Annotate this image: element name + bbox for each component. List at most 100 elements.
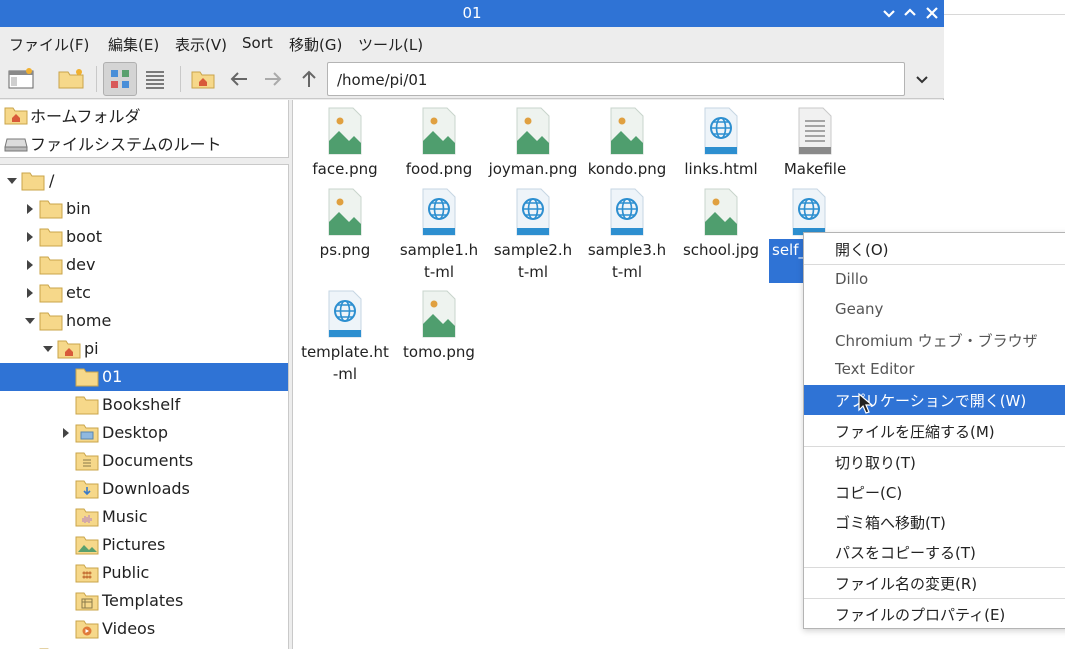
menu-edit[interactable]: 編集(E) xyxy=(108,34,159,55)
expander-closed-icon[interactable] xyxy=(24,231,36,243)
tree-item-boot[interactable]: boot xyxy=(0,223,288,251)
tree-item-pictures[interactable]: Pictures xyxy=(0,531,288,559)
file-name: school.jpg xyxy=(682,241,760,259)
menu-item-rename[interactable]: ファイル名の変更(R) xyxy=(804,568,1065,598)
tree-label: boot xyxy=(66,227,103,246)
up-arrow-icon[interactable] xyxy=(292,62,326,96)
expander-closed-icon[interactable] xyxy=(24,287,36,299)
menu-item-copy[interactable]: コピー(C) xyxy=(804,477,1065,507)
file-item[interactable]: sample1.ht-ml xyxy=(393,181,485,285)
tree-item-dev[interactable]: dev xyxy=(0,251,288,279)
menu-item-open-with-geany[interactable]: Geany xyxy=(804,295,1065,325)
chevron-down-icon[interactable] xyxy=(909,67,935,93)
menu-tools[interactable]: ツール(L) xyxy=(358,34,423,55)
documents-folder-icon xyxy=(75,452,99,471)
tree-item-01[interactable]: 01 xyxy=(0,363,288,391)
menu-item-open[interactable]: 開く(O) xyxy=(804,234,1065,264)
tree-label: Downloads xyxy=(102,479,190,498)
file-item[interactable]: joyman.png xyxy=(487,100,579,182)
tree-label: Templates xyxy=(102,591,184,610)
place-filesystem-root[interactable]: ファイルシステムのルート xyxy=(4,130,222,156)
home-icon[interactable] xyxy=(186,62,220,96)
file-item[interactable]: food.png xyxy=(393,100,485,182)
image-file-icon xyxy=(422,290,456,338)
tree-label: Documents xyxy=(102,451,194,470)
menu-item-open-with-chromium[interactable]: Chromium ウェブ・ブラウザ xyxy=(804,325,1065,355)
tree-item-bin[interactable]: bin xyxy=(0,195,288,223)
drive-icon xyxy=(4,133,28,153)
file-item[interactable]: tomo.png xyxy=(393,283,485,365)
expander-closed-icon[interactable] xyxy=(24,203,36,215)
tree-item-desktop[interactable]: Desktop xyxy=(0,419,288,447)
folder-icon xyxy=(39,256,63,275)
menu-item-compress[interactable]: ファイルを圧縮する(M) xyxy=(804,416,1065,446)
mouse-cursor-icon xyxy=(858,393,874,414)
path-input[interactable]: /home/pi/01 xyxy=(327,62,905,96)
tree-item-home[interactable]: home xyxy=(0,307,288,335)
menu-item-cut[interactable]: 切り取り(T) xyxy=(804,447,1065,477)
html-file-icon xyxy=(704,107,738,155)
image-file-icon xyxy=(516,107,550,155)
tree-item-public[interactable]: Public xyxy=(0,559,288,587)
tree-label: home xyxy=(66,311,112,330)
file-item[interactable]: school.jpg xyxy=(675,181,767,285)
tree-item-downloads[interactable]: Downloads xyxy=(0,475,288,503)
expander-open-icon[interactable] xyxy=(6,175,18,187)
menu-view[interactable]: 表示(V) xyxy=(175,34,227,55)
tree-item-bookshelf[interactable]: Bookshelf xyxy=(0,391,288,419)
expander-closed-icon[interactable] xyxy=(60,427,72,439)
menu-sort[interactable]: Sort xyxy=(242,34,273,52)
file-item[interactable]: Makefile xyxy=(769,100,861,182)
file-name: sample1.ht-ml xyxy=(399,241,479,281)
list-view-icon[interactable] xyxy=(138,62,172,96)
menu-item-move-to-trash[interactable]: ゴミ箱へ移動(T) xyxy=(804,507,1065,537)
tree-item-etc[interactable]: etc xyxy=(0,279,288,307)
file-name: links.html xyxy=(684,160,758,178)
expander-closed-icon[interactable] xyxy=(24,259,36,271)
forward-arrow-icon[interactable] xyxy=(256,62,290,96)
maximize-icon[interactable] xyxy=(900,3,920,23)
menu-item-copy-path[interactable]: パスをコピーする(T) xyxy=(804,537,1065,567)
title-bar[interactable]: 01 xyxy=(0,0,944,27)
menu-item-open-with-text-editor[interactable]: Text Editor xyxy=(804,355,1065,385)
image-file-icon xyxy=(610,107,644,155)
menu-item-open-with-dillo[interactable]: Dillo xyxy=(804,265,1065,295)
image-file-icon xyxy=(422,107,456,155)
menu-bar: ファイル(F) 編集(E) 表示(V) Sort 移動(G) ツール(L) xyxy=(0,27,944,59)
file-name: tomo.png xyxy=(403,343,475,361)
file-name: sample3.ht-ml xyxy=(587,241,667,281)
back-arrow-icon[interactable] xyxy=(222,62,256,96)
window-title: 01 xyxy=(462,4,482,22)
file-item[interactable]: sample3.ht-ml xyxy=(581,181,673,285)
expander-open-icon[interactable] xyxy=(42,343,54,355)
new-folder-icon[interactable] xyxy=(54,62,88,96)
tree-item-videos[interactable]: Videos xyxy=(0,615,288,643)
new-window-icon[interactable] xyxy=(4,62,38,96)
tree-item-root[interactable]: / xyxy=(0,167,288,195)
tree-item-documents[interactable]: Documents xyxy=(0,447,288,475)
folder-icon xyxy=(39,200,63,219)
tree-item-music[interactable]: Music xyxy=(0,503,288,531)
file-name: face.png xyxy=(312,160,378,178)
videos-folder-icon xyxy=(75,620,99,639)
file-item[interactable]: ps.png xyxy=(299,181,391,285)
file-item[interactable]: face.png xyxy=(299,100,391,182)
html-file-icon xyxy=(792,188,826,236)
file-item[interactable]: template.ht-ml xyxy=(299,283,391,387)
menu-file[interactable]: ファイル(F) xyxy=(9,34,89,55)
icon-view-icon[interactable] xyxy=(103,62,137,96)
public-folder-icon xyxy=(75,564,99,583)
file-item[interactable]: kondo.png xyxy=(581,100,673,182)
close-icon[interactable] xyxy=(922,3,942,23)
place-home-folder[interactable]: ホームフォルダ xyxy=(4,102,141,128)
tree-item-templates[interactable]: Templates xyxy=(0,587,288,615)
tree-item-pi[interactable]: pi xyxy=(0,335,288,363)
file-item[interactable]: sample2.ht-ml xyxy=(487,181,579,285)
menu-go[interactable]: 移動(G) xyxy=(289,34,342,55)
expander-open-icon[interactable] xyxy=(24,315,36,327)
menu-item-properties[interactable]: ファイルのプロパティ(E) xyxy=(804,599,1065,629)
music-folder-icon xyxy=(75,508,99,527)
menu-item-open-with-application[interactable]: アプリケーションで開く(W) xyxy=(804,385,1065,415)
file-item[interactable]: links.html xyxy=(675,100,767,182)
minimize-icon[interactable] xyxy=(879,3,899,23)
